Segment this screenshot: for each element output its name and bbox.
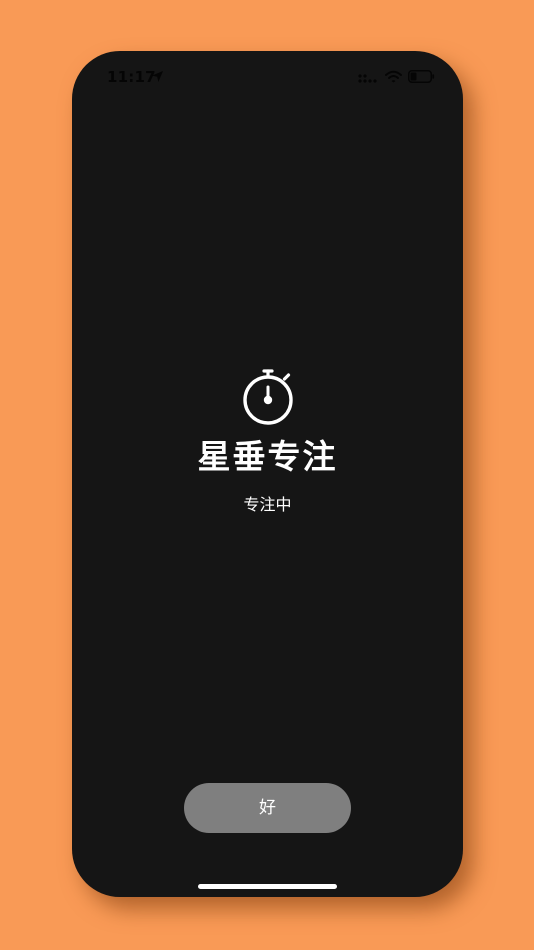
wifi-icon xyxy=(385,70,402,83)
stopwatch-icon xyxy=(242,369,293,425)
ok-button[interactable]: 好 xyxy=(184,783,351,833)
phone-screen: 11:17 星垂专注 专注中 好 xyxy=(72,51,463,897)
focus-content: 星垂专注 专注中 xyxy=(72,367,463,515)
location-arrow-icon xyxy=(152,71,163,82)
app-title: 星垂专注 xyxy=(197,437,338,476)
focus-status-text: 专注中 xyxy=(243,495,292,514)
home-indicator[interactable] xyxy=(198,884,337,889)
battery-icon xyxy=(408,70,435,83)
status-time: 11:17 xyxy=(107,68,156,86)
status-bar: 11:17 xyxy=(72,51,463,103)
cellular-signal-icon xyxy=(358,74,377,83)
